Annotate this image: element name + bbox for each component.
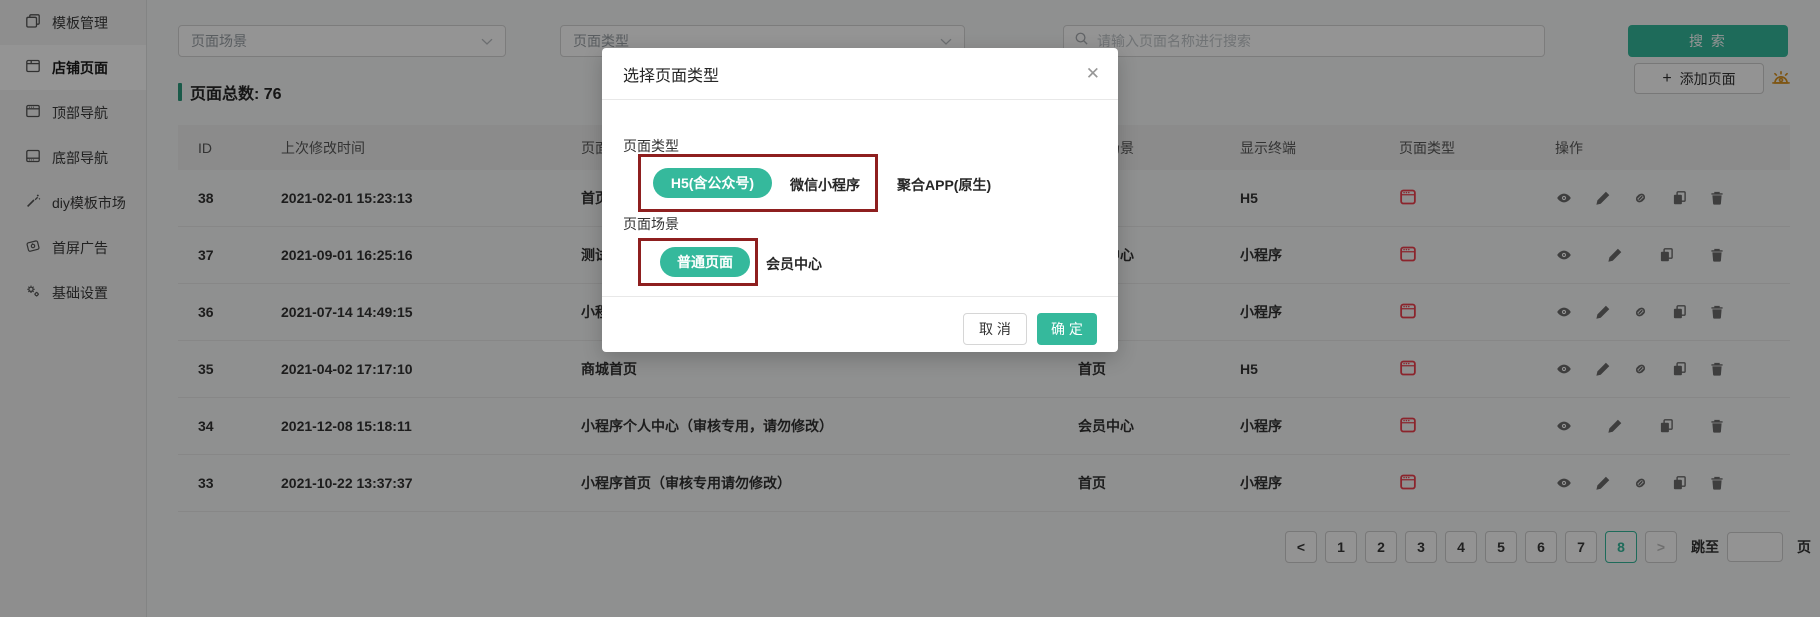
page-type-label: 页面类型 [623,136,679,156]
select-page-type-modal: 选择页面类型 ✕ 页面类型 H5(含公众号) 微信小程序 聚合APP(原生) 页… [602,48,1118,352]
close-icon[interactable]: ✕ [1086,65,1100,82]
modal-title: 选择页面类型 [623,62,719,86]
option-h5-selected[interactable]: H5(含公众号) [653,168,772,198]
option-native-app[interactable]: 聚合APP(原生) [897,175,991,195]
option-member-center[interactable]: 会员中心 [766,254,822,274]
cancel-button[interactable]: 取 消 [963,313,1027,345]
page-manager-app: 模板管理 店铺页面 顶部导航 底部导航 diy模板市场 首屏广告 基础设置 页面… [0,0,1820,617]
option-wechat-miniprogram[interactable]: 微信小程序 [790,175,860,195]
option-normal-page-selected[interactable]: 普通页面 [660,247,750,277]
confirm-button[interactable]: 确 定 [1037,313,1097,345]
modal-footer: 取 消 确 定 [602,296,1118,352]
page-scene-label: 页面场景 [623,214,679,234]
modal-header: 选择页面类型 ✕ [602,48,1118,100]
